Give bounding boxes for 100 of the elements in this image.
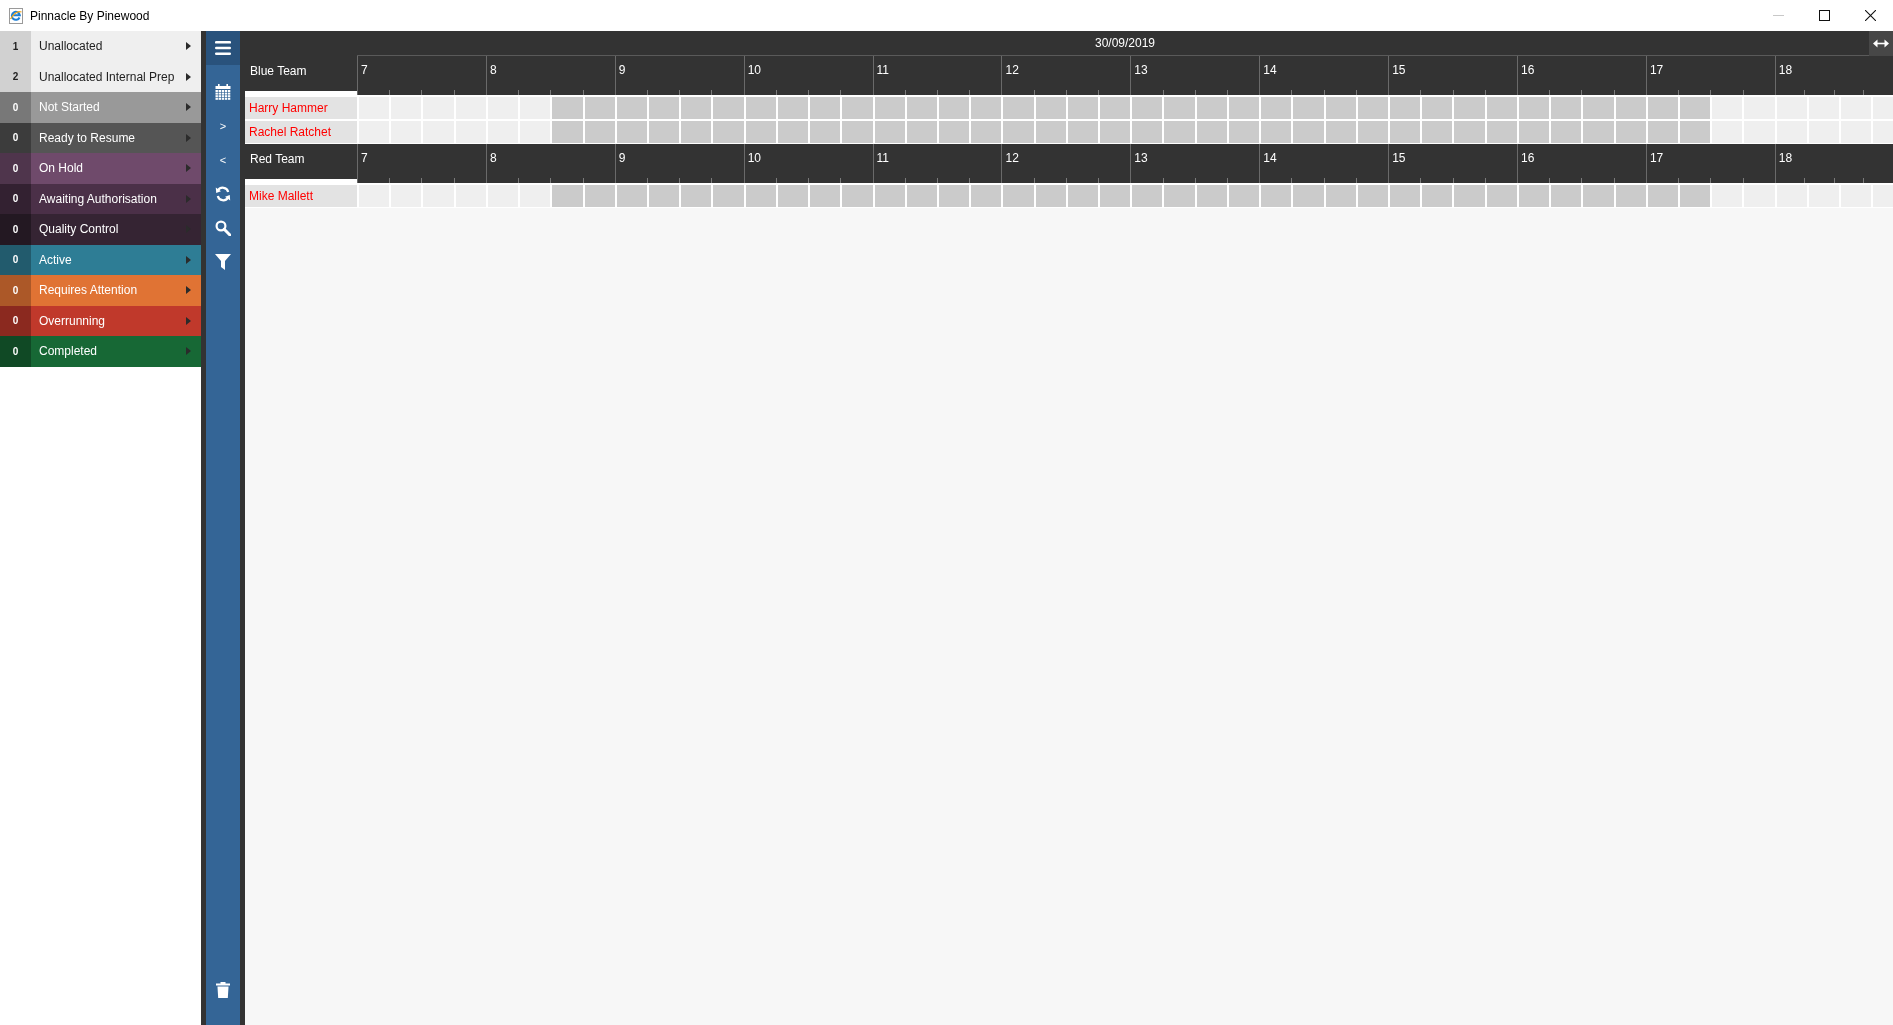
time-slot[interactable] [1003,121,1034,143]
time-slot[interactable] [1067,121,1099,143]
time-slot[interactable] [1228,185,1260,207]
time-slot[interactable] [713,185,744,207]
time-slot[interactable] [745,121,776,143]
time-slot[interactable] [616,185,647,207]
time-slot[interactable] [1486,97,1517,119]
time-slot[interactable] [681,185,712,207]
time-slot[interactable] [1325,185,1356,207]
time-slot[interactable] [1164,121,1195,143]
time-slot[interactable] [1390,97,1421,119]
time-slot[interactable] [1647,121,1678,143]
time-slot[interactable] [1551,97,1582,119]
time-slot[interactable] [648,97,680,119]
time-slot[interactable] [1615,121,1646,143]
time-slot[interactable] [810,185,841,207]
status-item[interactable]: 0 Completed [0,336,201,367]
time-slot[interactable] [1293,121,1324,143]
time-slot[interactable] [520,97,551,119]
expand-button[interactable] [1869,31,1893,56]
time-slot[interactable] [971,97,1002,119]
time-slot[interactable] [1518,97,1550,119]
time-slot[interactable] [1518,121,1550,143]
status-item[interactable]: 0 Awaiting Authorisation [0,183,201,214]
time-slot[interactable] [520,185,551,207]
time-slot[interactable] [1583,97,1614,119]
time-slot[interactable] [1808,121,1840,143]
time-slot[interactable] [1035,97,1066,119]
time-slot[interactable] [777,97,809,119]
time-slot[interactable] [1100,121,1131,143]
time-slot[interactable] [1390,121,1421,143]
time-slot[interactable] [1164,185,1195,207]
time-slot[interactable] [423,121,454,143]
status-item[interactable]: 0 On Hold [0,153,201,184]
time-slot[interactable] [842,121,873,143]
status-item[interactable]: 0 Overrunning [0,305,201,336]
time-slot[interactable] [842,185,873,207]
time-slot[interactable] [906,97,937,119]
time-slot[interactable] [810,121,841,143]
status-item[interactable]: 2 Unallocated Internal Prep [0,61,201,92]
time-slot[interactable] [1583,185,1614,207]
time-slot[interactable] [1583,121,1614,143]
time-slot[interactable] [1679,185,1711,207]
time-slot[interactable] [1390,185,1421,207]
time-slot[interactable] [1003,185,1034,207]
time-slot[interactable] [1261,121,1292,143]
status-item[interactable]: 0 Quality Control [0,214,201,245]
time-slot[interactable] [1357,185,1388,207]
time-slot[interactable] [1518,185,1550,207]
time-slot[interactable] [1615,97,1646,119]
time-slot[interactable] [1454,185,1485,207]
time-slot[interactable] [1261,185,1292,207]
time-slot[interactable] [1454,97,1485,119]
time-slot[interactable] [938,121,970,143]
time-slot[interactable] [777,185,809,207]
time-slot[interactable] [1132,97,1163,119]
time-slot[interactable] [1100,185,1131,207]
time-slot[interactable] [455,121,486,143]
time-slot[interactable] [1647,185,1678,207]
time-slot[interactable] [584,185,615,207]
time-slot[interactable] [1228,121,1260,143]
time-slot[interactable] [1035,185,1066,207]
time-slot[interactable] [1196,97,1227,119]
time-slot[interactable] [745,97,776,119]
time-slot[interactable] [1647,97,1678,119]
time-slot[interactable] [1841,121,1872,143]
time-slot[interactable] [1132,121,1163,143]
time-slot[interactable] [971,185,1002,207]
time-slot[interactable] [874,185,905,207]
time-slot[interactable] [648,185,680,207]
time-slot[interactable] [874,121,905,143]
time-slot[interactable] [1325,121,1356,143]
time-slot[interactable] [1100,97,1131,119]
time-slot[interactable] [1325,97,1356,119]
time-slot[interactable] [1067,185,1099,207]
time-slot[interactable] [1003,97,1034,119]
time-slot[interactable] [1873,121,1893,143]
time-slot[interactable] [777,121,809,143]
time-slot[interactable] [1776,121,1807,143]
time-slot[interactable] [681,97,712,119]
time-slot[interactable] [1067,97,1099,119]
time-slot[interactable] [1679,121,1711,143]
time-slot[interactable] [1261,97,1292,119]
time-slot[interactable] [1679,97,1711,119]
time-slot[interactable] [1164,97,1195,119]
time-slot[interactable] [1293,185,1324,207]
time-slot[interactable] [1357,97,1388,119]
time-slot[interactable] [713,121,744,143]
time-slot[interactable] [1422,121,1453,143]
time-slot[interactable] [359,121,390,143]
time-slot[interactable] [1196,121,1227,143]
time-slot[interactable] [520,121,551,143]
time-slot[interactable] [1551,185,1582,207]
time-slot[interactable] [1486,121,1517,143]
time-slot[interactable] [1422,185,1453,207]
time-slot[interactable] [938,185,970,207]
status-item[interactable]: 0 Ready to Resume [0,122,201,153]
status-item[interactable]: 0 Requires Attention [0,275,201,306]
time-slot[interactable] [552,121,583,143]
time-slot[interactable] [584,97,615,119]
